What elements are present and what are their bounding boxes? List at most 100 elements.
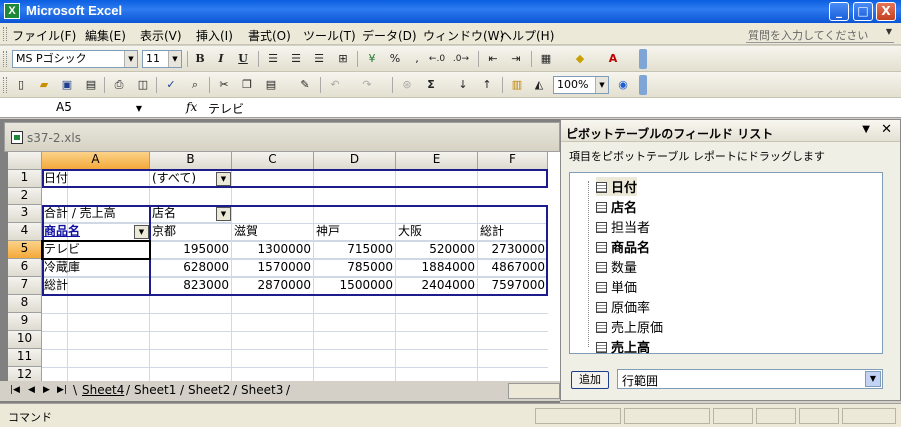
undo-icon[interactable]: ↶	[326, 77, 344, 93]
merge-center-icon[interactable]: ⊞	[334, 51, 352, 67]
chevron-down-icon[interactable]: ▼	[865, 371, 881, 387]
cell-e5[interactable]: 520000	[396, 241, 478, 259]
first-sheet-icon[interactable]: |◀	[10, 385, 20, 395]
open-folder-icon[interactable]: ▰	[35, 77, 53, 93]
column-header-f[interactable]: F	[478, 152, 548, 170]
row-header-8[interactable]: 8	[8, 295, 42, 313]
row-header-5[interactable]: 5	[8, 241, 42, 259]
borders-icon[interactable]: ▦	[537, 51, 555, 67]
name-box[interactable]: A5 ▼	[6, 99, 146, 117]
autosum-button[interactable]: Σ	[422, 77, 440, 93]
cut-icon[interactable]: ✂	[215, 77, 233, 93]
chevron-down-icon[interactable]: ▼	[595, 77, 608, 93]
align-center-icon[interactable]: ☰	[287, 51, 305, 67]
area-select[interactable]: 行範囲 ▼	[617, 369, 883, 389]
increase-indent-icon[interactable]: ⇥	[507, 51, 525, 67]
copy-icon[interactable]: ❐	[238, 77, 256, 93]
row-header-12[interactable]: 12	[8, 367, 42, 382]
field-item[interactable]: 単価	[596, 277, 637, 296]
menu-insert[interactable]: 挿入(I)	[196, 27, 233, 44]
cell-b4[interactable]: 京都	[150, 223, 232, 241]
font-color-icon[interactable]: A	[604, 51, 622, 67]
permission-icon[interactable]: ▤	[82, 77, 100, 93]
horizontal-scrollbar[interactable]	[508, 383, 560, 399]
field-item[interactable]: 売上高	[596, 337, 650, 356]
formula-input[interactable]: テレビ	[208, 100, 244, 117]
cell-b7[interactable]: 823000	[150, 277, 232, 295]
menu-edit[interactable]: 編集(E)	[85, 27, 126, 44]
decrease-indent-icon[interactable]: ⇤	[484, 51, 502, 67]
cell-c5[interactable]: 1300000	[232, 241, 314, 259]
column-header-d[interactable]: D	[314, 152, 396, 170]
cell-d4[interactable]: 神戸	[314, 223, 396, 241]
font-name-select[interactable]: MS Pゴシック ▼	[12, 50, 138, 68]
research-icon[interactable]: ⌕	[186, 77, 204, 93]
italic-button[interactable]: I	[212, 51, 230, 67]
new-file-icon[interactable]: ▯	[12, 77, 30, 93]
zoom-select[interactable]: 100% ▼	[553, 76, 609, 94]
field-item[interactable]: 担当者	[596, 217, 650, 236]
menu-window[interactable]: ウィンドウ(W)	[423, 27, 504, 44]
column-header-c[interactable]: C	[232, 152, 314, 170]
print-preview-icon[interactable]: ◫	[134, 77, 152, 93]
cell-f7[interactable]: 7597000	[478, 277, 548, 295]
row-header-11[interactable]: 11	[8, 349, 42, 367]
close-button[interactable]: X	[876, 2, 896, 21]
row-header-6[interactable]: 6	[8, 259, 42, 277]
column-header-e[interactable]: E	[396, 152, 478, 170]
menu-format[interactable]: 書式(O)	[248, 27, 291, 44]
menu-grip[interactable]	[3, 27, 7, 41]
toolbar-options-icon[interactable]	[639, 75, 647, 95]
percent-button[interactable]: %	[386, 51, 404, 67]
redo-icon[interactable]: ↷	[358, 77, 376, 93]
prev-sheet-icon[interactable]: ◀	[28, 385, 35, 395]
align-right-icon[interactable]: ☰	[310, 51, 328, 67]
chart-wizard-icon[interactable]: ▥	[508, 77, 526, 93]
tab-sheet2[interactable]: Sheet2	[188, 383, 230, 397]
cell-a5[interactable]: テレビ	[42, 241, 150, 259]
chevron-down-icon[interactable]: ▼	[136, 100, 142, 117]
pane-options-icon[interactable]: ▼	[862, 124, 870, 135]
currency-icon[interactable]: ¥	[363, 51, 381, 67]
cell-c4[interactable]: 滋賀	[232, 223, 314, 241]
menu-help[interactable]: ヘルプ(H)	[500, 27, 554, 44]
row-header-1[interactable]: 1	[8, 170, 42, 188]
font-size-select[interactable]: 11 ▼	[142, 50, 182, 68]
field-item[interactable]: 数量	[596, 257, 637, 276]
tab-sheet3[interactable]: Sheet3	[241, 383, 283, 397]
help-icon[interactable]: ◉	[614, 77, 632, 93]
field-item[interactable]: 売上原価	[596, 317, 663, 336]
menu-view[interactable]: 表示(V)	[140, 27, 182, 44]
chevron-down-icon[interactable]: ▼	[124, 51, 137, 67]
select-all-corner[interactable]	[8, 152, 42, 170]
row-header-7[interactable]: 7	[8, 277, 42, 295]
save-icon[interactable]: ▣	[58, 77, 76, 93]
add-to-button[interactable]: 追加	[571, 371, 609, 389]
cell-b6[interactable]: 628000	[150, 259, 232, 277]
cell-c6[interactable]: 1570000	[232, 259, 314, 277]
field-item[interactable]: 店名	[596, 197, 637, 216]
cell-e4[interactable]: 大阪	[396, 223, 478, 241]
cell-d7[interactable]: 1500000	[314, 277, 396, 295]
fill-color-icon[interactable]: ◆	[571, 51, 589, 67]
next-sheet-icon[interactable]: ▶	[43, 385, 50, 395]
comma-button[interactable]: ,	[408, 51, 426, 67]
toolbar-grip[interactable]	[3, 51, 7, 67]
chevron-down-icon[interactable]: ▼	[886, 27, 892, 36]
field-item[interactable]: 日付	[596, 177, 638, 196]
column-header-a[interactable]: A	[42, 152, 150, 170]
excel-app-icon[interactable]: X	[4, 3, 20, 19]
decrease-decimal-icon[interactable]: .0→	[452, 51, 470, 67]
last-sheet-icon[interactable]: ▶|	[57, 385, 67, 395]
spelling-icon[interactable]: ✓	[162, 77, 180, 93]
bold-button[interactable]: B	[191, 51, 209, 67]
row-header-4[interactable]: 4	[8, 223, 42, 241]
print-icon[interactable]: ⎙	[110, 77, 128, 93]
maximize-button[interactable]: □	[853, 2, 873, 21]
row-header-10[interactable]: 10	[8, 331, 42, 349]
sort-descending-icon[interactable]: ↑	[478, 77, 496, 93]
insert-function-button[interactable]: fx	[186, 100, 197, 114]
cell-e7[interactable]: 2404000	[396, 277, 478, 295]
menu-data[interactable]: データ(D)	[362, 27, 417, 44]
cell-a1[interactable]: 日付	[42, 170, 150, 188]
